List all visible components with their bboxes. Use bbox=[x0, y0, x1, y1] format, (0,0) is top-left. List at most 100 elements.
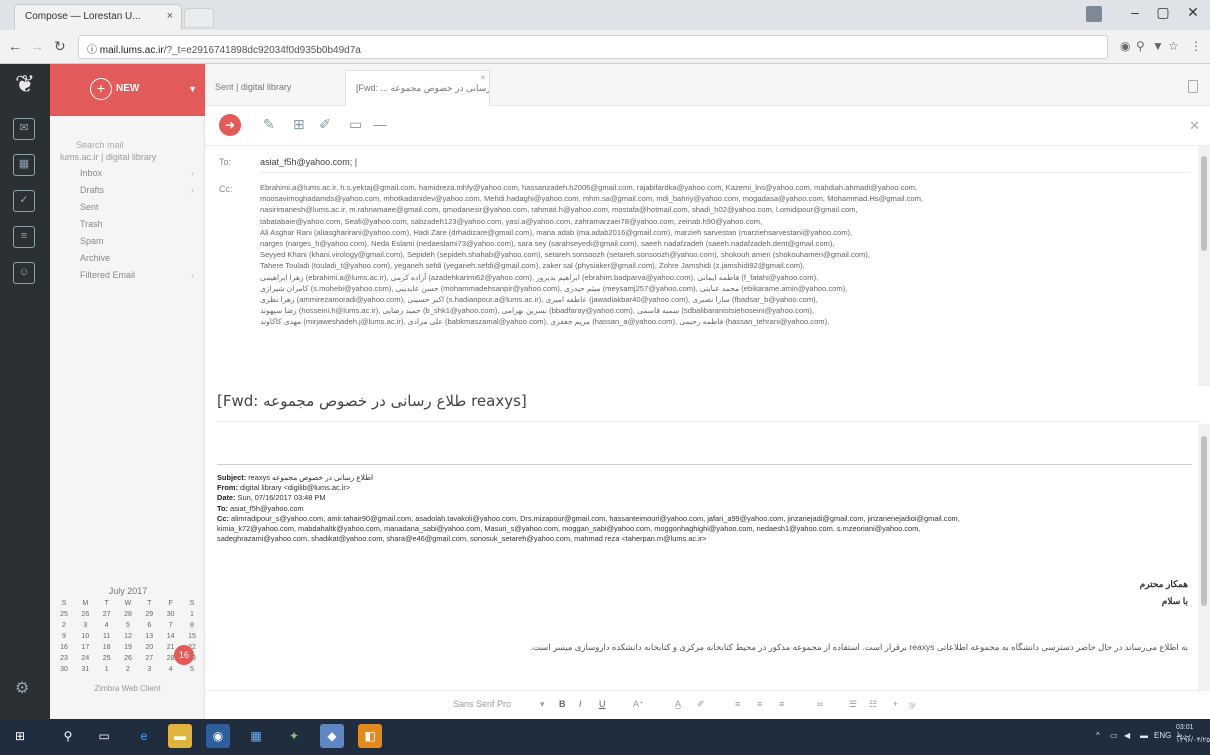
folder-filtered-email[interactable]: Filtered Email › bbox=[80, 270, 200, 287]
new-message-button[interactable]: + NEW ▼ bbox=[50, 64, 205, 116]
contacts-icon[interactable]: ☺ bbox=[13, 262, 35, 284]
folder-trash[interactable]: Trash bbox=[80, 219, 200, 236]
windows-start-icon[interactable]: ⊞ bbox=[8, 724, 32, 748]
message-tray-icon[interactable]: ▬ bbox=[1140, 731, 1148, 740]
folder-sent[interactable]: Sent bbox=[80, 202, 200, 219]
chevron-down-icon[interactable]: ▾ bbox=[540, 699, 545, 710]
calendar-day[interactable]: 31 bbox=[77, 666, 93, 677]
chrome-icon[interactable]: ◉ bbox=[206, 724, 230, 748]
task-view-icon[interactable]: ▭ bbox=[92, 724, 116, 748]
font-size-icon[interactable]: A⁺ bbox=[633, 699, 644, 710]
edge-icon[interactable]: e bbox=[132, 724, 156, 748]
search-icon[interactable]: ⚲ bbox=[56, 724, 80, 748]
folder-archive[interactable]: Archive bbox=[80, 253, 200, 270]
user-avatar-icon[interactable] bbox=[1086, 6, 1102, 22]
calendar-day[interactable]: 7 bbox=[163, 622, 179, 633]
back-arrow-icon[interactable]: ← bbox=[8, 38, 22, 54]
clear-format-icon[interactable]: ⅌ bbox=[909, 699, 915, 712]
file-explorer-icon[interactable]: ▬ bbox=[168, 724, 192, 748]
translate-icon[interactable]: ▼ bbox=[1152, 39, 1164, 53]
chevron-down-icon[interactable]: ▼ bbox=[188, 84, 197, 94]
new-tab-button[interactable] bbox=[184, 8, 214, 28]
calendar-day[interactable]: 18 bbox=[99, 644, 115, 655]
align-center-icon[interactable]: ≡ bbox=[757, 699, 762, 709]
send-button[interactable]: ➜ bbox=[219, 114, 241, 136]
number-list-icon[interactable]: ☷ bbox=[869, 699, 877, 710]
calendar-day[interactable]: 14 bbox=[163, 633, 179, 644]
tray-up-icon[interactable]: ^ bbox=[1096, 731, 1100, 740]
calendar-day[interactable]: 30 bbox=[56, 666, 72, 677]
calendar-day[interactable]: 16 bbox=[56, 644, 72, 655]
language-indicator[interactable]: ENG bbox=[1154, 731, 1171, 740]
reload-icon[interactable]: ↻ bbox=[54, 38, 66, 55]
calendar-day[interactable]: 29 bbox=[141, 611, 157, 622]
calendar-day[interactable]: 3 bbox=[77, 622, 93, 633]
app-icon[interactable]: ✦ bbox=[282, 724, 306, 748]
calendar-day[interactable]: 19 bbox=[120, 644, 136, 655]
calendar-day[interactable]: 6 bbox=[141, 622, 157, 633]
tab-close-icon[interactable]: × bbox=[167, 10, 173, 22]
browser-tab-compose[interactable]: Compose — Lorestan U... × bbox=[14, 4, 182, 30]
calendar-day[interactable]: 23 bbox=[56, 655, 72, 666]
calendar-day[interactable]: 1 bbox=[99, 666, 115, 677]
minimize-button[interactable]: – bbox=[1120, 4, 1150, 20]
extension-icon[interactable]: ◉ bbox=[1120, 39, 1130, 53]
calendar-day[interactable]: 2 bbox=[56, 622, 72, 633]
more-icon[interactable]: — bbox=[373, 116, 387, 132]
cc-field[interactable]: Ebrahimi.a@lums.ac.ir, h.s.yektaj@gmail.… bbox=[260, 182, 1200, 382]
subject-field[interactable]: [Fwd: طلاع رسانی در خصوص مجموعه reaxys] bbox=[217, 386, 1201, 422]
delete-icon[interactable]: ▭ bbox=[349, 116, 362, 133]
bullet-list-icon[interactable]: ☰ bbox=[849, 699, 857, 710]
calendar-today[interactable]: 16 bbox=[174, 645, 194, 665]
calendar-day[interactable]: 12 bbox=[120, 633, 136, 644]
mail-icon[interactable]: ✉ bbox=[13, 118, 35, 140]
notes-icon[interactable]: ≡ bbox=[13, 226, 35, 248]
calendar-icon[interactable]: ▦ bbox=[13, 154, 35, 176]
to-field[interactable]: asiat_f5h@yahoo.com; | bbox=[260, 157, 1190, 173]
calendar-day[interactable]: 1 bbox=[184, 611, 200, 622]
calendar-day[interactable]: 3 bbox=[141, 666, 157, 677]
calendar-day[interactable]: 2 bbox=[120, 666, 136, 677]
calendar-day[interactable]: 4 bbox=[163, 666, 179, 677]
align-left-icon[interactable]: ≡ bbox=[735, 699, 740, 709]
calendar-day[interactable]: 20 bbox=[141, 644, 157, 655]
align-right-icon[interactable]: ≡ bbox=[779, 699, 784, 709]
highlight-icon[interactable]: ✐ bbox=[697, 699, 705, 710]
font-select[interactable]: Sans Serif Pro bbox=[453, 699, 511, 709]
zoom-icon[interactable]: ⚲ bbox=[1136, 39, 1145, 53]
link-icon[interactable]: ∞ bbox=[817, 699, 823, 709]
address-bar[interactable]: ⓘ mail.lums.ac.ir/?_t=e2916741898dc92034… bbox=[78, 35, 1108, 59]
scrollbar-thumb[interactable] bbox=[1201, 156, 1207, 251]
sidebar-search[interactable]: Search mail bbox=[76, 140, 124, 150]
folder-inbox[interactable]: Inbox › bbox=[80, 168, 200, 185]
tab-compose[interactable]: [Fwd: ... اطلاع رسانی در خصوص مجموعه × bbox=[345, 70, 490, 106]
clock-date[interactable]: ۱۳۹۶/۰۴/۲۵ bbox=[1176, 736, 1210, 744]
calendar-day[interactable]: 30 bbox=[163, 611, 179, 622]
network-icon[interactable]: ▭ bbox=[1110, 731, 1118, 740]
underline-button[interactable]: U bbox=[599, 699, 606, 709]
forward-arrow-icon[interactable]: → bbox=[30, 38, 44, 54]
calendar-day[interactable]: 10 bbox=[77, 633, 93, 644]
tab-sent[interactable]: Sent | digital library bbox=[205, 70, 301, 106]
calendar-day[interactable]: 8 bbox=[184, 622, 200, 633]
folder-drafts[interactable]: Drafts › bbox=[80, 185, 200, 202]
close-icon[interactable]: ✕ bbox=[1189, 118, 1200, 134]
italic-button[interactable]: I bbox=[579, 699, 582, 709]
more-format-icon[interactable]: + bbox=[893, 699, 898, 709]
text-color-icon[interactable]: A̲ bbox=[675, 699, 681, 709]
calendar-day[interactable]: 5 bbox=[120, 622, 136, 633]
window-close-button[interactable]: ✕ bbox=[1178, 4, 1208, 21]
calendar-day[interactable]: 25 bbox=[56, 611, 72, 622]
maximize-button[interactable]: ▢ bbox=[1148, 4, 1178, 21]
calendar-day[interactable]: 26 bbox=[120, 655, 136, 666]
calendar-day[interactable]: 24 bbox=[77, 655, 93, 666]
calendar-day[interactable]: 13 bbox=[141, 633, 157, 644]
calendar-day[interactable]: 9 bbox=[56, 633, 72, 644]
calendar-day[interactable]: 11 bbox=[99, 633, 115, 644]
calendar-day[interactable]: 28 bbox=[120, 611, 136, 622]
bold-button[interactable]: B bbox=[559, 699, 566, 709]
body-scrollbar[interactable] bbox=[1198, 424, 1210, 694]
bookmark-star-icon[interactable]: ☆ bbox=[1168, 39, 1179, 53]
calendar-day[interactable]: 27 bbox=[99, 611, 115, 622]
attach-icon[interactable]: ✎ bbox=[263, 116, 275, 133]
